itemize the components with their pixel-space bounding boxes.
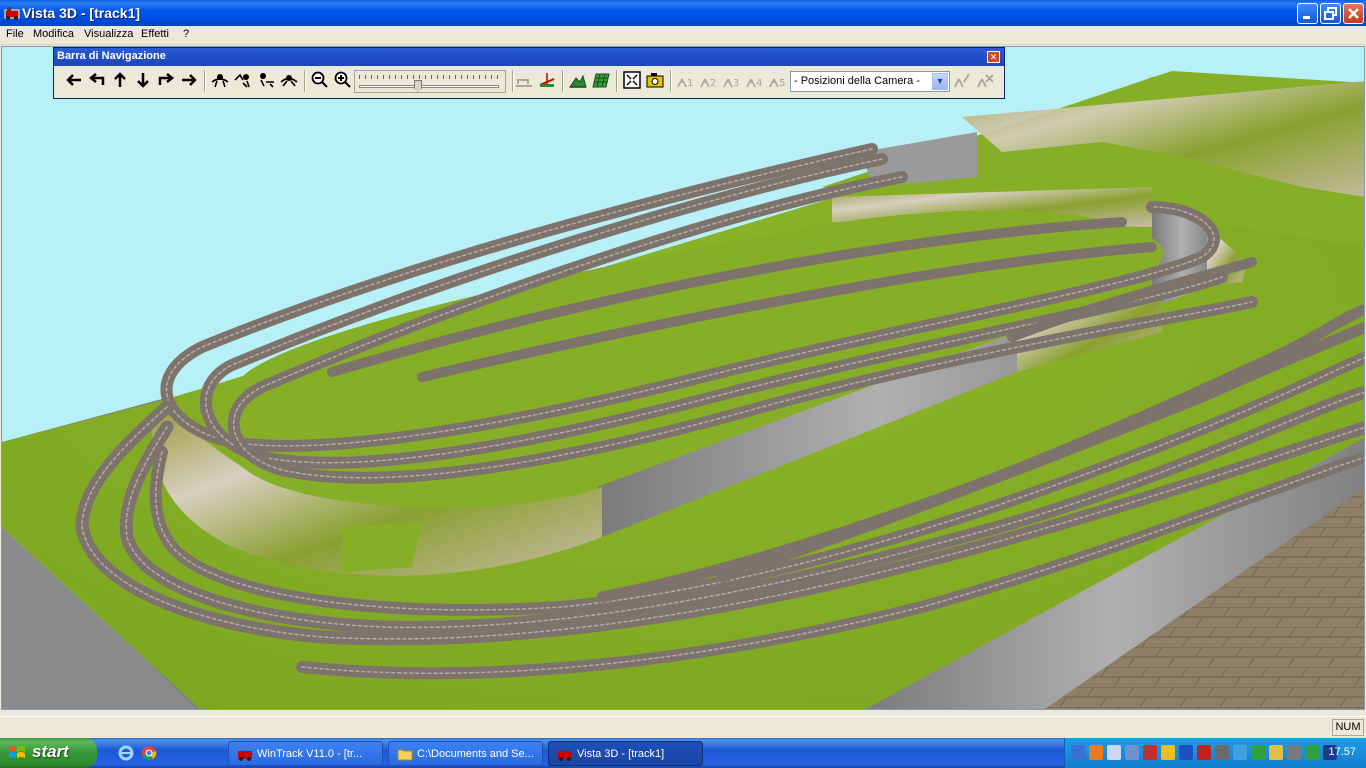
folder-icon [397,749,413,761]
arrow-up-icon[interactable] [110,70,130,90]
navigation-close-button[interactable]: ✕ [987,51,1000,63]
start-label: start [32,742,69,761]
taskbar-wintrack-label: WinTrack V11.0 - [tr... [257,748,363,760]
sync-icon[interactable] [1305,745,1319,760]
bluetooth-icon[interactable] [1179,745,1193,760]
svg-text:5: 5 [779,78,785,89]
menu-visualizza[interactable]: Visualizza [84,28,133,40]
toolbar-separator [616,70,618,92]
monitor-icon[interactable] [1215,745,1229,760]
speaker-icon[interactable] [1107,745,1121,760]
tilt-up-icon[interactable] [233,70,253,90]
menu-bar: File Modifica Visualizza Effetti ? [0,26,1366,45]
antivirus-icon[interactable] [1197,745,1211,760]
tray-app-icon[interactable] [1089,745,1103,760]
zoom-slider[interactable] [354,70,506,93]
camera-2-icon: 2 [700,78,716,89]
camera-icon[interactable] [645,70,665,90]
title-bar[interactable]: Vista 3D - [track1] [0,0,1366,26]
taskbar-vista3d[interactable]: Vista 3D - [track1] [548,741,703,766]
connection-icon[interactable] [1251,745,1265,760]
svg-text:2: 2 [710,78,716,89]
camera-5-icon: 5 [769,78,785,89]
camera-positions-select[interactable]: - Posizioni della Camera - ▼ [790,71,950,92]
measure-icon[interactable] [537,70,557,90]
menu-modifica[interactable]: Modifica [33,28,74,40]
minimize-button[interactable] [1297,3,1318,24]
security-icon[interactable] [1143,745,1157,760]
chevron-down-icon[interactable]: ▼ [932,73,948,90]
clock: 17.57 [1328,746,1356,758]
update-icon[interactable] [1233,745,1247,760]
shield-icon[interactable] [1161,745,1175,760]
start-button[interactable]: start [0,738,97,768]
camera-1-icon: 1 [677,78,693,89]
zoom-in-icon[interactable] [333,70,353,90]
toolbar-separator [304,70,306,92]
internet-explorer-icon[interactable] [118,745,134,761]
arrow-down-icon[interactable] [133,70,153,90]
toolbar-separator [204,70,206,92]
restore-button[interactable] [1320,3,1341,24]
tilt-down-icon[interactable] [256,70,276,90]
orbit-reset-icon[interactable] [279,70,299,90]
camera-3-icon: 3 [723,78,739,89]
num-lock-indicator: NUM [1332,719,1364,736]
camera-edit-icon [954,73,970,88]
app-window: Vista 3D - [track1] File Modifica Visual… [0,0,1366,738]
system-tray: 17.57 [1064,738,1366,768]
status-bar: NUM [0,716,1366,737]
landscape-icon[interactable] [568,70,588,90]
minimize-icon [1303,16,1310,19]
close-button[interactable] [1343,3,1364,24]
vista3d-app-icon [4,7,20,20]
taskbar-vista3d-label: Vista 3D - [track1] [577,748,665,760]
menu-help[interactable]: ? [183,28,189,40]
menu-effetti[interactable]: Effetti [141,28,169,40]
notification-icon[interactable] [1269,745,1283,760]
toolbar-separator [562,70,564,92]
restore-icon [1324,7,1337,20]
vista3d-app-icon [558,751,572,761]
chrome-icon[interactable] [141,745,157,761]
arrow-right-icon[interactable] [179,70,199,90]
device-icon[interactable] [1125,745,1139,760]
network-icon[interactable] [1071,745,1085,760]
taskbar-explorer-label: C:\Documents and Se... [417,748,534,760]
svg-text:1: 1 [687,78,693,89]
navigation-toolbar: Barra di Navigazione ✕ 1 2 3 4 5 - Posiz… [53,47,1005,99]
camera-positions-value: - Posizioni della Camera - [794,75,920,87]
svg-text:3: 3 [733,78,739,89]
navigation-toolbar-title[interactable]: Barra di Navigazione [54,48,1004,66]
rotate-right-icon[interactable] [156,70,176,90]
close-icon [1348,8,1359,19]
camera-delete-icon [977,74,994,88]
rotate-left-icon[interactable] [87,70,107,90]
orbit-icon[interactable] [210,70,230,90]
svg-text:4: 4 [756,78,762,89]
taskbar-wintrack[interactable]: WinTrack V11.0 - [tr... [228,741,383,766]
taskbar: start WinTrack V11.0 - [tr... C:\Documen… [0,738,1366,768]
zoom-out-icon[interactable] [310,70,330,90]
menu-file[interactable]: File [6,28,24,40]
3d-viewport[interactable] [1,46,1365,710]
windows-logo-icon [9,746,25,758]
arrow-left-icon[interactable] [64,70,84,90]
wintrack-app-icon [238,751,252,761]
zoom-slider-track [359,85,499,88]
track-layout-scene [2,71,1364,709]
zoom-slider-ticks [359,75,499,79]
toolbar-separator [670,70,672,92]
terrain-icon [516,79,532,87]
window-title: Vista 3D - [track1] [22,5,141,21]
grid-icon[interactable] [591,70,611,90]
camera-4-icon: 4 [746,78,762,89]
zoom-slider-thumb[interactable] [414,80,422,93]
fit-view-icon[interactable] [622,70,642,90]
taskbar-explorer[interactable]: C:\Documents and Se... [388,741,543,766]
gear-icon[interactable] [1287,745,1301,760]
